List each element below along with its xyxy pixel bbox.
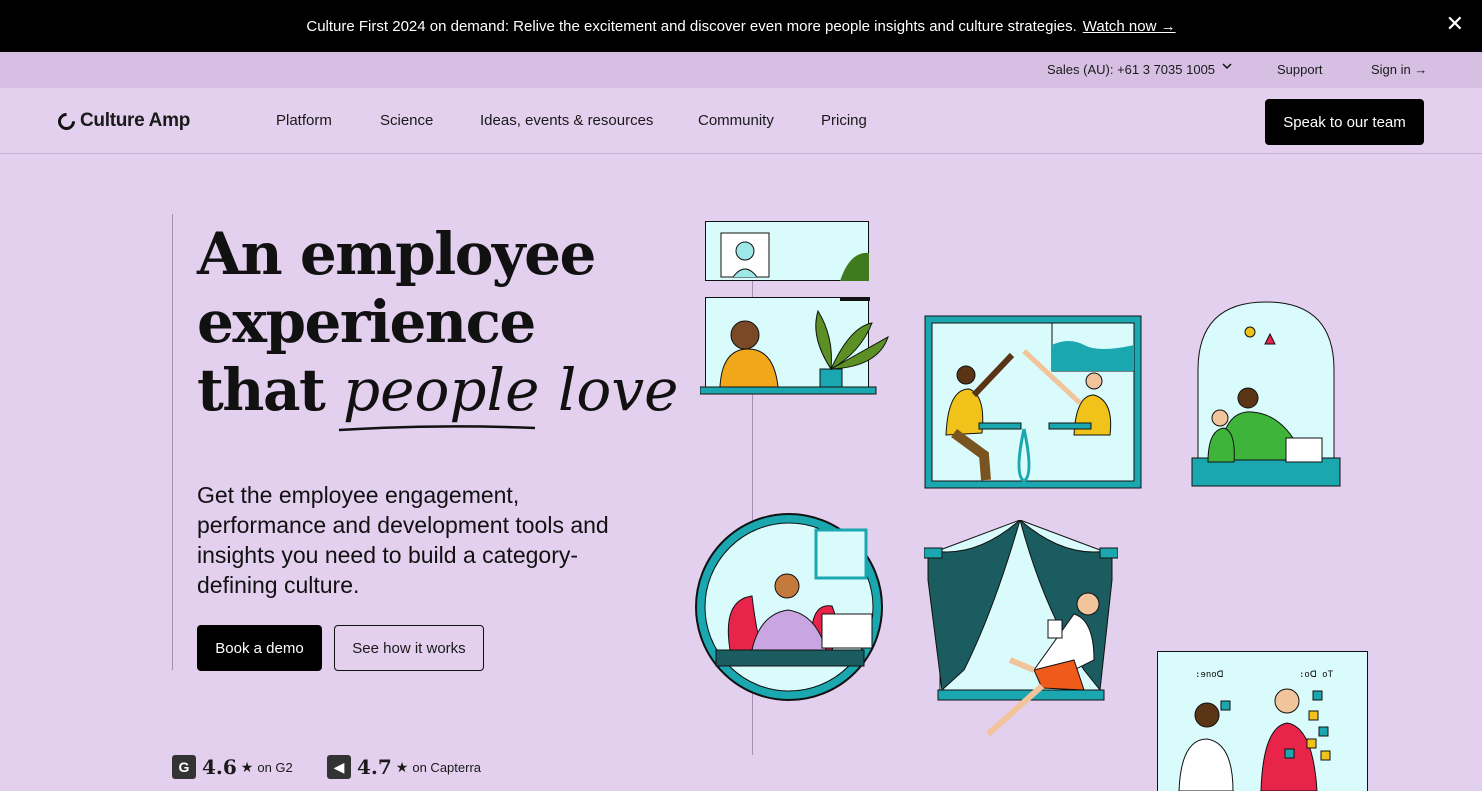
g2-logo-icon: G [172, 755, 196, 779]
book-demo-button[interactable]: Book a demo [197, 625, 322, 671]
hero-headline: An employee experience that people love [197, 220, 678, 432]
watch-now-link[interactable]: Watch now → [1083, 18, 1176, 35]
g2-source: on G2 [257, 759, 293, 775]
curtain-window-reader-illustration [924, 520, 1118, 737]
high-five-window-illustration [924, 315, 1142, 489]
portrait-window-illustration [705, 221, 869, 281]
see-how-it-works-button[interactable]: See how it works [334, 625, 484, 671]
announcement-bar: Culture First 2024 on demand: Relive the… [0, 0, 1482, 52]
script-underline [338, 425, 536, 432]
logo-text: Culture Amp [80, 110, 190, 131]
utility-bar: Sales (AU): +61 3 7035 1005 Support Sign… [0, 52, 1482, 88]
star-icon: ★ [395, 758, 409, 775]
hero-divider [172, 214, 173, 670]
logo-mark-icon [54, 108, 79, 134]
speak-to-team-button[interactable]: Speak to our team [1265, 99, 1424, 145]
parent-baby-window-illustration [1191, 301, 1341, 487]
board-done-label: :ɘnoᗡ [1195, 670, 1224, 680]
nav-pricing[interactable]: Pricing [821, 112, 867, 129]
star-icon: ★ [240, 758, 254, 775]
board-todo-label: :oᗡ oT [1299, 670, 1334, 680]
support-link[interactable]: Support [1277, 62, 1323, 77]
nav-science[interactable]: Science [380, 112, 433, 129]
sign-in-link[interactable]: Sign in → [1371, 62, 1427, 77]
headline-line-3: that people love [197, 356, 678, 432]
announcement-text: Culture First 2024 on demand: Relive the… [306, 17, 1077, 35]
capterra-rating: ◀ 4.7 ★ on Capterra [327, 755, 481, 779]
nav-platform[interactable]: Platform [276, 112, 332, 129]
close-icon[interactable]: ✕ [1446, 13, 1464, 35]
g2-rating: G 4.6 ★ on G2 [172, 755, 293, 779]
headline-line-2: experience [197, 288, 536, 356]
chevron-down-icon[interactable] [1222, 60, 1232, 74]
headline-line-1: An employee [197, 220, 596, 288]
headline-that: that [197, 356, 326, 424]
sticky-notes-board-illustration: :ɘnoᗡ :oᗡ oT [1157, 651, 1368, 791]
capterra-source: on Capterra [412, 759, 482, 775]
self-hug-window-illustration [700, 297, 889, 395]
round-window-laptop-illustration [695, 513, 883, 701]
capterra-score: 4.7 [357, 755, 392, 779]
nav-ideas-events-resources[interactable]: Ideas, events & resources [480, 112, 653, 129]
g2-score: 4.6 [202, 755, 237, 779]
headline-script: people love [338, 356, 678, 432]
nav-community[interactable]: Community [698, 112, 774, 129]
main-nav: Culture Amp Platform Science Ideas, even… [0, 88, 1482, 154]
hero-subheadline: Get the employee engagement, performance… [197, 482, 609, 598]
capterra-logo-icon: ◀ [327, 755, 351, 779]
sales-phone-dropdown[interactable]: Sales (AU): +61 3 7035 1005 [1047, 62, 1215, 77]
culture-amp-logo[interactable]: Culture Amp [54, 108, 190, 134]
